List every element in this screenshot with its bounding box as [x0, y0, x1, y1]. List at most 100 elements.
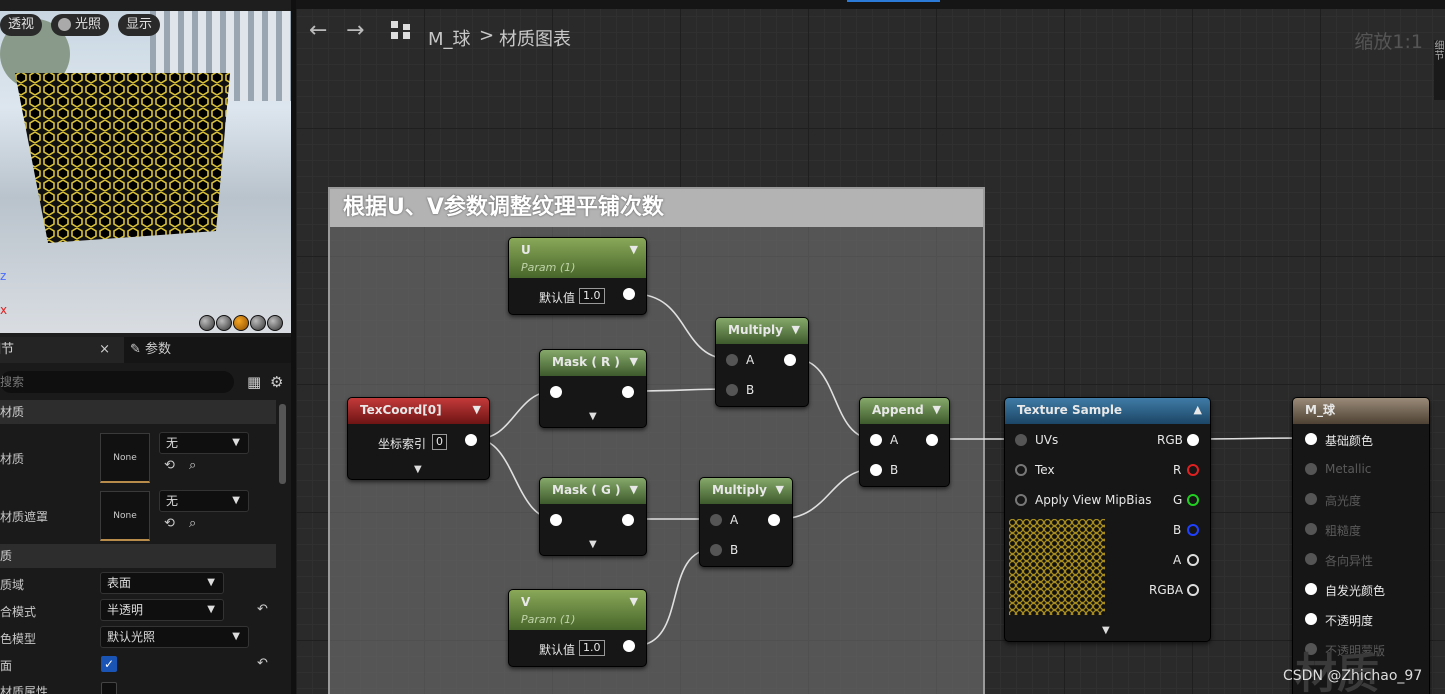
teapot-icon[interactable] [267, 315, 283, 331]
output-pin-rgba[interactable] [1187, 584, 1199, 596]
tab-parameters[interactable]: ✎ 参数 [130, 337, 171, 363]
show-button[interactable]: 显示 [118, 14, 161, 36]
input-pin-a[interactable] [726, 354, 738, 366]
default-value-input[interactable]: 1.0 [579, 640, 605, 656]
comment-title[interactable]: 根据U、V参数调整纹理平铺次数 [330, 189, 983, 227]
preview-viewport[interactable]: 透视 光照 显示 z x [0, 11, 291, 333]
node-header[interactable]: V Param (1) ▼ [509, 590, 646, 630]
output-pin[interactable] [926, 434, 938, 446]
details-scrollbar[interactable] [279, 404, 286, 484]
chevron-down-icon[interactable]: ▼ [630, 478, 638, 502]
texture-thumbnail[interactable]: None [100, 433, 150, 483]
default-value-input[interactable]: 1.0 [579, 288, 605, 304]
output-pin-b[interactable] [1187, 524, 1199, 536]
back-arrow-icon[interactable]: ← [309, 18, 327, 43]
two-sided-checkbox[interactable]: ✓ [101, 656, 117, 672]
node-header[interactable]: TexCoord[0] ▼ [348, 398, 489, 424]
chevron-down-icon[interactable]: ▼ [630, 238, 638, 262]
output-pin-g[interactable] [1187, 494, 1199, 506]
input-pin-uvs[interactable] [1015, 434, 1027, 446]
node-header[interactable]: Multiply ▼ [700, 478, 792, 504]
close-icon[interactable]: × [99, 337, 110, 363]
input-pin-b[interactable] [710, 544, 722, 556]
input-pin-anisotropy[interactable] [1305, 553, 1317, 565]
plane-icon[interactable] [233, 315, 249, 331]
input-pin-roughness[interactable] [1305, 523, 1317, 535]
breadcrumb-material[interactable]: M_球 [428, 25, 471, 51]
search-input[interactable]: 搜索 [0, 371, 234, 393]
multiply-node-2[interactable]: Multiply ▼ A B [699, 477, 793, 567]
browse-icon[interactable]: ⌕ [189, 458, 196, 473]
input-pin-a[interactable] [710, 514, 722, 526]
chevron-down-icon[interactable]: ▼ [414, 464, 422, 475]
input-pin-mipbias[interactable] [1015, 494, 1027, 506]
input-pin-a[interactable] [870, 434, 882, 446]
texture-combo[interactable]: 无 ▼ [159, 490, 249, 512]
texture-combo[interactable]: 无 ▼ [159, 432, 249, 454]
append-node[interactable]: Append ▼ A B [859, 397, 950, 487]
node-header[interactable]: Append ▼ [860, 398, 949, 424]
mask-g-node[interactable]: Mask ( G ) ▼ ▼ [539, 477, 647, 556]
cube-icon[interactable] [250, 315, 266, 331]
node-header[interactable]: Multiply ▼ [716, 318, 808, 344]
input-pin-opacity[interactable] [1305, 613, 1317, 625]
output-pin[interactable] [768, 514, 780, 526]
input-pin-base-color[interactable] [1305, 433, 1317, 445]
reset-icon[interactable]: ↶ [257, 602, 268, 617]
chevron-down-icon[interactable]: ▼ [630, 590, 638, 614]
input-pin-specular[interactable] [1305, 493, 1317, 505]
input-pin-b[interactable] [870, 464, 882, 476]
input-pin[interactable] [550, 386, 562, 398]
chevron-down-icon[interactable]: ▼ [630, 350, 638, 374]
chevron-down-icon[interactable]: ▼ [792, 318, 800, 342]
node-header[interactable]: Texture Sample ▲ [1005, 398, 1210, 424]
tab-details[interactable]: 细节 × [0, 337, 124, 363]
output-pin[interactable] [623, 640, 635, 652]
chevron-down-icon[interactable]: ▼ [776, 478, 784, 502]
texcoord-node[interactable]: TexCoord[0] ▼ 坐标索引 0 ▼ [347, 397, 490, 480]
reset-arrow-icon[interactable]: ⟲ [164, 458, 175, 473]
side-panel-tab[interactable]: 细节 [1432, 40, 1445, 100]
node-header[interactable]: Mask ( R ) ▼ [540, 350, 646, 376]
grid-view-icon[interactable]: ▦ [247, 373, 261, 391]
input-pin-metallic[interactable] [1305, 463, 1317, 475]
multiply-node-1[interactable]: Multiply ▼ A B [715, 317, 809, 407]
output-pin-a[interactable] [1187, 554, 1199, 566]
gear-icon[interactable]: ⚙ [270, 373, 283, 391]
input-pin-emissive[interactable] [1305, 583, 1317, 595]
lighting-button[interactable]: 光照 [51, 14, 110, 36]
chevron-up-icon[interactable]: ▲ [1194, 398, 1202, 422]
node-header[interactable]: U Param (1) ▼ [509, 238, 646, 278]
chevron-down-icon[interactable]: ▼ [933, 398, 941, 422]
param-u-node[interactable]: U Param (1) ▼ 默认值 1.0 [508, 237, 647, 315]
forward-arrow-icon[interactable]: → [346, 18, 364, 43]
output-pin-rgb[interactable] [1187, 434, 1199, 446]
shading-model-combo[interactable]: 默认光照 ▼ [100, 626, 249, 648]
node-header[interactable]: M_球 [1293, 398, 1429, 424]
browse-icon[interactable]: ⌕ [189, 516, 196, 531]
output-pin[interactable] [622, 386, 634, 398]
cylinder-icon[interactable] [199, 315, 215, 331]
input-pin-tex[interactable] [1015, 464, 1027, 476]
output-pin-r[interactable] [1187, 464, 1199, 476]
output-pin[interactable] [465, 434, 477, 446]
domain-combo[interactable]: 表面 ▼ [100, 572, 224, 594]
input-pin-b[interactable] [726, 384, 738, 396]
output-pin[interactable] [784, 354, 796, 366]
chevron-down-icon[interactable]: ▼ [1102, 625, 1110, 636]
param-v-node[interactable]: V Param (1) ▼ 默认值 1.0 [508, 589, 647, 667]
chevron-down-icon[interactable]: ▼ [589, 539, 597, 550]
reset-arrow-icon[interactable]: ⟲ [164, 516, 175, 531]
property-checkbox[interactable] [101, 682, 117, 694]
blend-mode-combo[interactable]: 半透明 ▼ [100, 599, 224, 621]
mask-r-node[interactable]: Mask ( R ) ▼ ▼ [539, 349, 647, 428]
chevron-down-icon[interactable]: ▼ [589, 411, 597, 422]
texture-sample-node[interactable]: Texture Sample ▲ UVs Tex Apply View MipBi… [1004, 397, 1211, 642]
output-pin[interactable] [623, 288, 635, 300]
reset-icon[interactable]: ↶ [257, 656, 268, 671]
section-properties[interactable]: 质 [0, 544, 276, 568]
chevron-down-icon[interactable]: ▼ [473, 398, 481, 422]
output-pin[interactable] [622, 514, 634, 526]
texture-thumbnail[interactable]: None [100, 491, 150, 541]
node-header[interactable]: Mask ( G ) ▼ [540, 478, 646, 504]
